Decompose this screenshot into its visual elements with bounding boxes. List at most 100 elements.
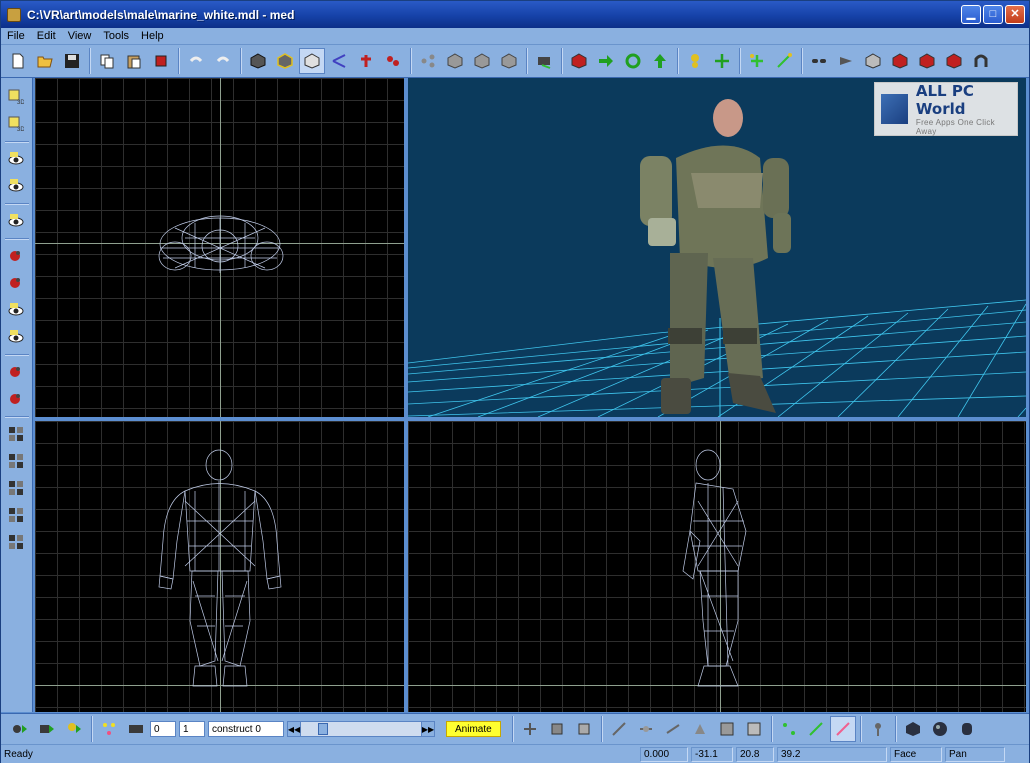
eye-icon[interactable] [3,208,29,234]
red-ball-icon[interactable] [3,359,29,385]
add-edge-icon[interactable] [771,48,797,74]
status-ready: Ready [4,748,33,760]
red-ball-icon[interactable] [3,243,29,269]
menu-help[interactable]: Help [135,30,170,42]
eye-icon[interactable] [3,297,29,323]
link-icon[interactable] [806,48,832,74]
light-icon[interactable] [682,48,708,74]
record-icon[interactable] [34,716,60,742]
box-icon[interactable] [442,48,468,74]
viewport-front[interactable] [35,421,404,712]
paste-icon[interactable] [121,48,147,74]
save-icon[interactable] [59,48,85,74]
red-box-icon[interactable] [887,48,913,74]
box-icon[interactable] [496,48,522,74]
wireframe-model-top [158,215,284,273]
animation-play-icon[interactable] [7,716,33,742]
redo-icon[interactable] [210,48,236,74]
translate-icon[interactable] [380,48,406,74]
menu-tools[interactable]: Tools [97,30,135,42]
mesh-tool-icon[interactable] [714,716,740,742]
eye-icon[interactable] [3,173,29,199]
animate-button[interactable]: Animate [446,721,501,737]
grid-icon[interactable] [3,448,29,474]
status-value-2: 20.8 [736,746,774,762]
view-3d-icon[interactable]: 3D [3,111,29,137]
move-vertices-icon[interactable] [415,48,441,74]
separator [4,141,29,143]
move-cross-icon[interactable] [709,48,735,74]
frame-end-field[interactable]: 1 [179,721,205,737]
new-file-icon[interactable] [5,48,31,74]
viewport-side[interactable] [408,421,1026,712]
rotate-icon[interactable] [620,48,646,74]
grid-icon[interactable] [3,475,29,501]
cube-select-icon[interactable] [245,48,271,74]
select-edges-icon[interactable] [803,716,829,742]
cube-vertex-icon[interactable] [272,48,298,74]
bone-select-icon[interactable] [353,48,379,74]
move-up-icon[interactable] [647,48,673,74]
cut-icon[interactable] [148,48,174,74]
eye-icon[interactable] [3,146,29,172]
minimize-button[interactable]: ▁ [961,5,981,24]
mesh-tool2-icon[interactable] [741,716,767,742]
maximize-button[interactable]: □ [983,5,1003,24]
red-ball-icon[interactable] [3,270,29,296]
keyframe-points-icon[interactable] [96,716,122,742]
slider-right-arrow[interactable]: ▶▶ [421,722,434,736]
cube-face-icon[interactable] [299,48,325,74]
watermark-subtitle: Free Apps One Click Away [915,118,995,136]
bone-icon[interactable] [326,48,352,74]
arrow-right-icon[interactable] [593,48,619,74]
close-button[interactable]: ✕ [1005,5,1025,24]
frame-start-field[interactable]: 0 [150,721,176,737]
status-mode: Face [890,746,942,762]
grid-icon[interactable] [3,529,29,555]
box-icon[interactable] [469,48,495,74]
shade-flat-icon[interactable] [900,716,926,742]
face-tool-icon[interactable] [687,716,713,742]
red-ball-icon[interactable] [3,386,29,412]
slider-thumb[interactable] [318,723,328,735]
menu-view[interactable]: View [62,30,98,42]
split-icon[interactable] [833,48,859,74]
view-3d-icon[interactable]: 3D [3,84,29,110]
eye-icon[interactable] [3,324,29,350]
box-face-icon[interactable] [860,48,886,74]
bone-move-icon[interactable] [517,716,543,742]
cube-red-icon[interactable] [566,48,592,74]
sequence-name-field[interactable]: construct 0 [208,721,284,737]
red-box-icon[interactable] [914,48,940,74]
viewport-3d[interactable]: ALL PC World Free Apps One Click Away [408,78,1026,417]
shade-cylinder-icon[interactable] [954,716,980,742]
menu-file[interactable]: File [1,30,31,42]
bone-rotate-icon[interactable] [544,716,570,742]
separator [739,48,741,74]
red-box-icon[interactable] [941,48,967,74]
bone-scale-icon[interactable] [571,716,597,742]
grid-icon[interactable] [3,421,29,447]
undo-icon[interactable] [183,48,209,74]
watermark-title: ALL PC World [915,82,974,118]
link-tool-icon[interactable] [633,716,659,742]
timeline-slider[interactable]: ◀◀ ▶▶ [287,721,435,737]
magnet-icon[interactable] [968,48,994,74]
light-bulb-icon[interactable] [61,716,87,742]
vertex-tool-icon[interactable] [606,716,632,742]
shade-smooth-icon[interactable] [927,716,953,742]
menu-edit[interactable]: Edit [31,30,62,42]
animation-icon[interactable] [531,48,557,74]
slider-left-arrow[interactable]: ◀◀ [288,722,301,736]
select-faces-icon[interactable] [829,716,856,742]
select-points-icon[interactable] [776,716,802,742]
skeleton-icon[interactable] [865,716,891,742]
open-folder-icon[interactable] [32,48,58,74]
status-value-0: 0.000 [640,746,688,762]
add-vertex-icon[interactable] [744,48,770,74]
edge-tool-icon[interactable] [660,716,686,742]
grid-icon[interactable] [3,502,29,528]
viewport-top[interactable] [35,78,404,417]
copy-icon[interactable] [94,48,120,74]
film-strip-icon[interactable] [123,716,149,742]
